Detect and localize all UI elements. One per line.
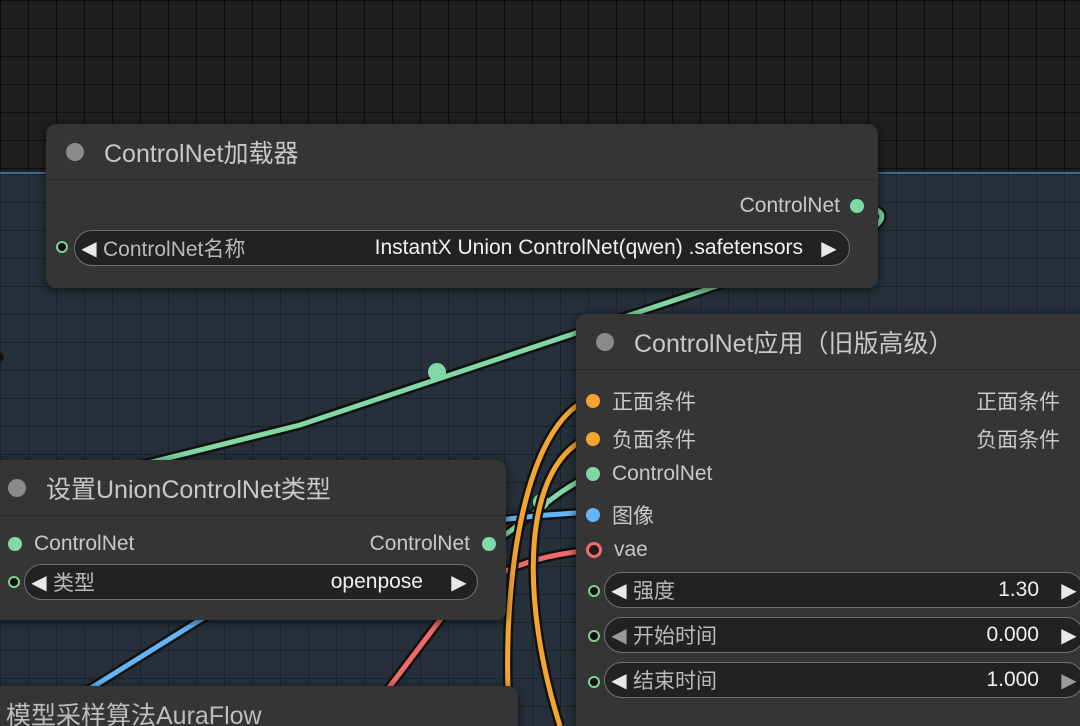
input-slot-vae[interactable]: vae bbox=[586, 538, 648, 562]
widget-value: openpose bbox=[330, 570, 423, 593]
arrow-right-icon[interactable]: ▶ bbox=[1055, 578, 1080, 603]
end-time-slider[interactable]: ◀ 结束时间 1.000 ▶ bbox=[604, 662, 1080, 698]
node-title: 设置UnionControlNet类型 bbox=[46, 475, 331, 504]
workflow-canvas[interactable]: ControlNet加载器 ControlNet ◀ ControlNet名称 … bbox=[0, 0, 1080, 726]
arrow-right-icon[interactable]: ▶ bbox=[1055, 668, 1080, 693]
output-label: ControlNet bbox=[739, 194, 840, 217]
input-slot-negative[interactable]: 负面条件 bbox=[586, 424, 696, 454]
node-title: 模型采样算法AuraFlow bbox=[6, 701, 262, 726]
output-slot-positive[interactable]: 正面条件 bbox=[976, 386, 1060, 416]
widget-label: ControlNet名称 bbox=[103, 238, 246, 261]
widget-value: InstantX Union ControlNet(qwen) .safeten… bbox=[374, 236, 803, 259]
widget-input-socket-icon[interactable] bbox=[588, 676, 600, 688]
arrow-right-icon[interactable]: ▶ bbox=[1055, 623, 1080, 648]
widget-value: 0.000 bbox=[986, 623, 1039, 646]
input-slot-controlnet[interactable]: ControlNet bbox=[586, 462, 712, 486]
slot-label: 图像 bbox=[612, 505, 654, 528]
type-combo[interactable]: ◀ 类型 openpose ▶ bbox=[24, 564, 478, 600]
arrow-left-icon[interactable]: ◀ bbox=[25, 570, 53, 595]
set-union-controlnet-type-node[interactable]: 设置UnionControlNet类型 ControlNet ControlNe… bbox=[0, 460, 506, 620]
arrow-right-icon[interactable]: ▶ bbox=[445, 570, 473, 595]
node-title: ControlNet应用（旧版高级） bbox=[634, 329, 954, 358]
image-socket-icon[interactable] bbox=[586, 508, 600, 522]
arrow-left-icon[interactable]: ◀ bbox=[75, 236, 103, 261]
arrow-left-icon[interactable]: ◀ bbox=[605, 668, 633, 693]
controlnet-apply-node[interactable]: ControlNet应用（旧版高级） 正面条件 负面条件 ControlNet … bbox=[576, 314, 1080, 726]
strength-slider[interactable]: ◀ 强度 1.30 ▶ bbox=[604, 572, 1080, 608]
collapse-dot-icon[interactable] bbox=[596, 332, 614, 351]
widget-input-socket-icon[interactable] bbox=[588, 585, 600, 597]
widget-label: 开始时间 bbox=[633, 625, 717, 648]
widget-value: 1.000 bbox=[986, 668, 1039, 691]
widget-label: 强度 bbox=[633, 580, 675, 603]
controlnet-output-socket-icon[interactable] bbox=[482, 537, 496, 551]
node-title: ControlNet加载器 bbox=[104, 139, 299, 168]
widget-input-socket-icon[interactable] bbox=[56, 241, 68, 253]
slot-label: 负面条件 bbox=[976, 429, 1060, 452]
controlnet-loader-node[interactable]: ControlNet加载器 ControlNet ◀ ControlNet名称 … bbox=[46, 124, 878, 288]
vae-socket-icon[interactable] bbox=[586, 542, 602, 558]
widget-input-socket-icon[interactable] bbox=[8, 576, 20, 588]
slot-label: 负面条件 bbox=[612, 429, 696, 452]
conditioning-socket-icon[interactable] bbox=[586, 394, 600, 408]
widget-value: 1.30 bbox=[998, 578, 1039, 601]
input-slot-image[interactable]: 图像 bbox=[586, 500, 654, 530]
collapse-dot-icon[interactable] bbox=[8, 478, 26, 497]
start-time-slider[interactable]: ◀ 开始时间 0.000 ▶ bbox=[604, 617, 1080, 653]
controlnet-name-combo[interactable]: ◀ ControlNet名称 InstantX Union ControlNet… bbox=[74, 230, 850, 266]
widget-label: 结束时间 bbox=[633, 670, 717, 693]
controlnet-socket-icon[interactable] bbox=[586, 467, 600, 481]
node-title-bar[interactable]: 模型采样算法AuraFlow bbox=[0, 686, 518, 726]
slot-label: ControlNet bbox=[612, 462, 713, 485]
node-title-bar[interactable]: ControlNet加载器 bbox=[46, 124, 878, 180]
widget-label: 类型 bbox=[53, 572, 95, 595]
node-title-bar[interactable]: 设置UnionControlNet类型 bbox=[0, 460, 506, 516]
slot-label: 正面条件 bbox=[976, 391, 1060, 414]
arrow-left-icon[interactable]: ◀ bbox=[605, 578, 633, 603]
output-slot-controlnet[interactable]: ControlNet bbox=[740, 194, 864, 218]
controlnet-socket-icon[interactable] bbox=[8, 537, 22, 551]
widget-input-socket-icon[interactable] bbox=[588, 630, 600, 642]
output-slot-negative[interactable]: 负面条件 bbox=[976, 424, 1060, 454]
output-slot-controlnet[interactable]: ControlNet bbox=[370, 532, 496, 556]
model-sampling-auraflow-node[interactable]: 模型采样算法AuraFlow bbox=[0, 686, 518, 726]
input-slot-positive[interactable]: 正面条件 bbox=[586, 386, 696, 416]
arrow-right-icon[interactable]: ▶ bbox=[815, 236, 843, 261]
arrow-left-icon[interactable]: ◀ bbox=[605, 623, 633, 648]
slot-label: ControlNet bbox=[369, 532, 470, 555]
input-slot-controlnet[interactable]: ControlNet bbox=[8, 532, 134, 556]
conditioning-socket-icon[interactable] bbox=[586, 432, 600, 446]
collapse-dot-icon[interactable] bbox=[66, 142, 84, 161]
controlnet-output-socket-icon[interactable] bbox=[850, 199, 864, 213]
node-title-bar[interactable]: ControlNet应用（旧版高级） bbox=[576, 314, 1080, 370]
slot-label: ControlNet bbox=[34, 532, 135, 555]
slot-label: 正面条件 bbox=[612, 391, 696, 414]
slot-label: vae bbox=[614, 538, 648, 561]
wire-midpoint bbox=[428, 363, 446, 381]
